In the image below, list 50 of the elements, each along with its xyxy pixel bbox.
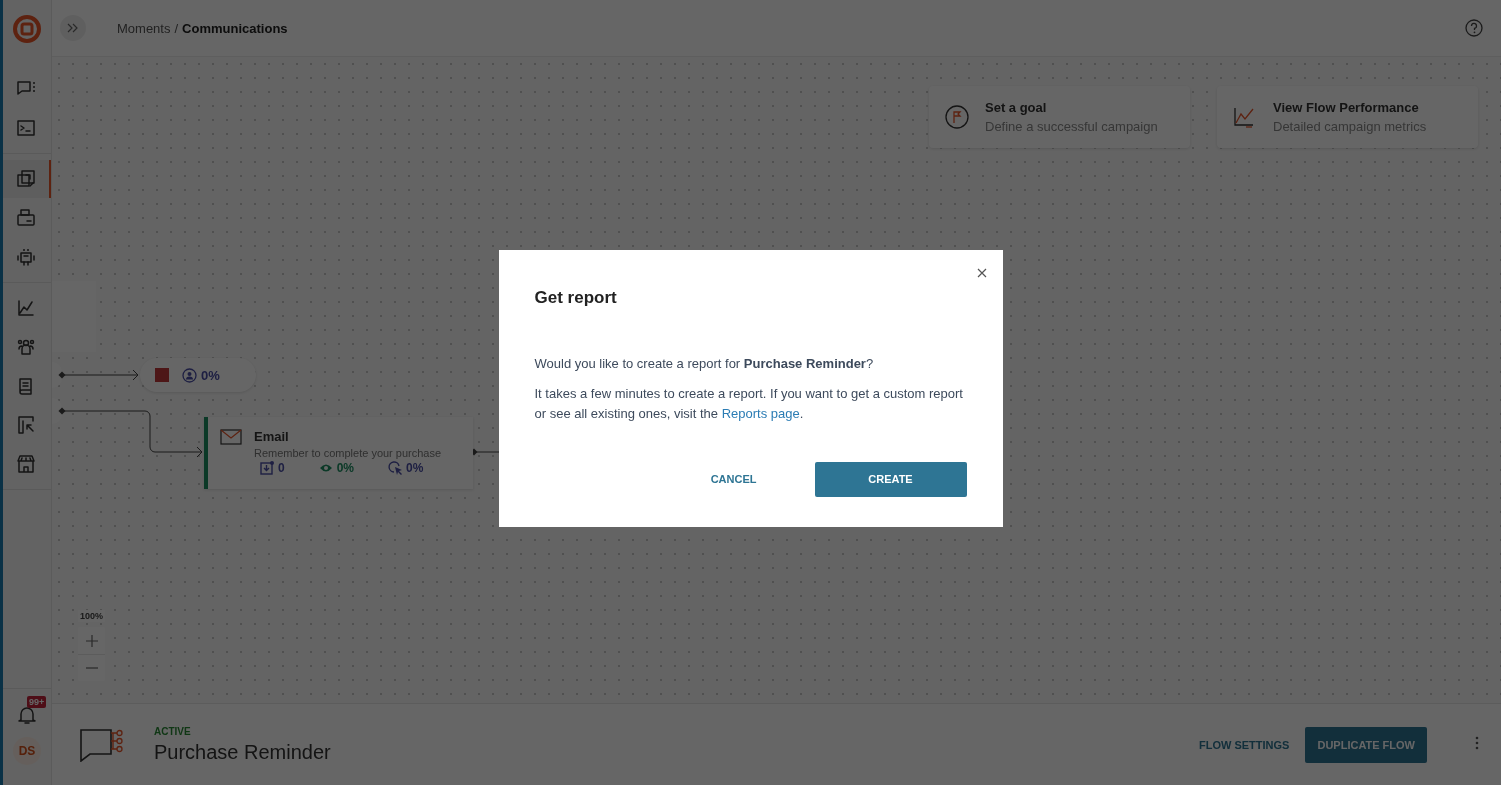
node-title: Email (254, 429, 290, 444)
dialog-info: It takes a few minutes to create a report. If you want to get a custom report or see all existing ones, visit the Reports page. (534, 384, 964, 423)
breadcrumb-current: Communications (182, 20, 288, 36)
card-title: View Flow Performance (1273, 100, 1420, 115)
flow-cards-icon (16, 169, 36, 189)
flow-settings-button[interactable]: FLOW SETTINGS (1199, 730, 1290, 759)
stacked-cards-icon (16, 208, 36, 228)
robot-icon (16, 247, 36, 267)
close-icon (976, 267, 987, 278)
kebab-menu-icon (1475, 736, 1479, 750)
expand-sidebar-button[interactable] (60, 15, 86, 41)
terminal-icon (16, 118, 36, 138)
help-icon[interactable] (1465, 19, 1483, 37)
flag-icon (945, 105, 969, 129)
chat-flow-icon (80, 727, 124, 762)
reports-page-link[interactable]: Reports page (721, 405, 800, 421)
card-title: Set a goal (985, 100, 1048, 115)
breadcrumb-separator: / (174, 20, 179, 36)
minus-icon (85, 667, 98, 669)
cancel-button[interactable]: CANCEL (710, 465, 757, 493)
zoom-level: 100% (78, 610, 106, 622)
plus-icon (85, 634, 98, 647)
flow-name: Purchase Reminder (154, 740, 331, 764)
bell-icon (18, 705, 36, 725)
dialog-question: Would you like to create a report for Purchase Reminder? (534, 354, 875, 373)
cursor-click-icon (388, 460, 404, 475)
flow-status: ACTIVE (154, 725, 192, 737)
notifications-button[interactable]: 99+ (3, 695, 51, 735)
exit-percent: 0% (201, 367, 220, 383)
stat-value: 0 (278, 460, 285, 475)
duplicate-flow-button[interactable]: DUPLICATE FLOW (1305, 726, 1427, 763)
user-avatar[interactable]: DS (13, 737, 41, 765)
logo-icon[interactable] (13, 15, 41, 43)
breadcrumb-link[interactable]: Moments (117, 20, 171, 36)
notification-badge: 99+ (27, 696, 47, 708)
person-circle-icon (182, 367, 197, 383)
line-chart-icon (16, 298, 36, 318)
stop-icon (155, 368, 169, 382)
create-button[interactable]: CREATE (814, 461, 967, 497)
sent-count-icon (260, 460, 275, 475)
envelope-icon (220, 429, 242, 445)
stat-value: 0% (336, 460, 355, 475)
stat-value: 0% (406, 460, 424, 475)
sidebar-item[interactable] (3, 160, 51, 198)
people-icon (16, 337, 36, 357)
export-frame-icon (16, 415, 36, 435)
dialog-title: Get report (534, 287, 618, 308)
double-chevron-icon (67, 23, 79, 33)
exit-node[interactable]: 0% (140, 358, 256, 392)
store-icon (16, 454, 36, 474)
